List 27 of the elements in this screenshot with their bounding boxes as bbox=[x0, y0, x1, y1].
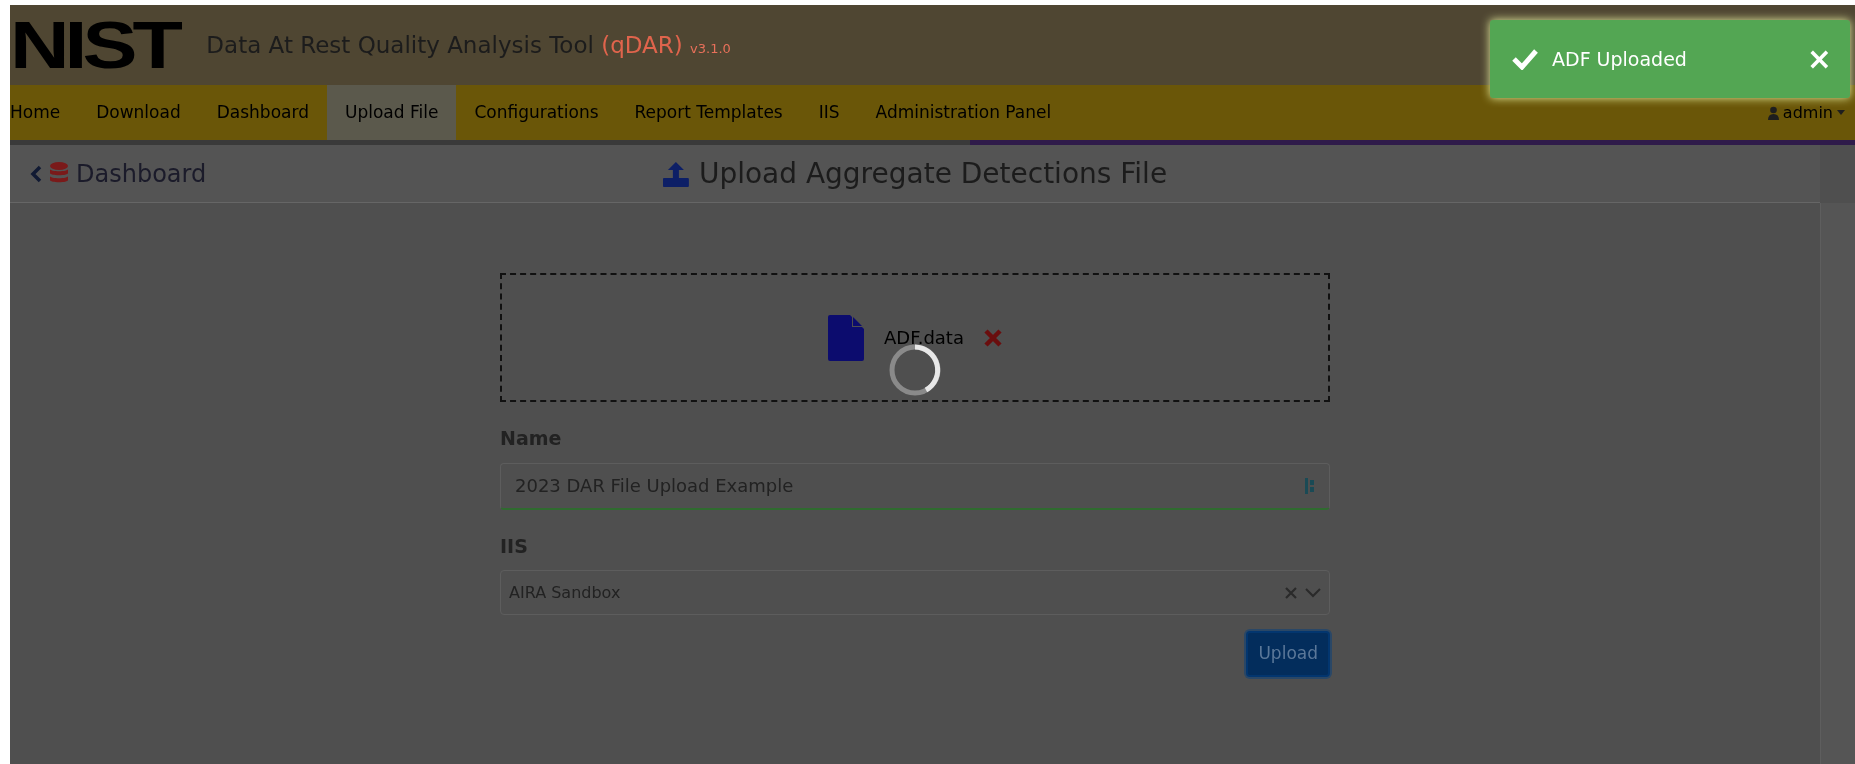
nav-tab[interactable]: Upload File bbox=[326, 85, 457, 140]
user-menu[interactable]: admin bbox=[1761, 85, 1855, 140]
upload-icon bbox=[662, 160, 689, 187]
nav-tab[interactable]: Dashboard bbox=[198, 85, 327, 140]
nav-tab[interactable]: IIS bbox=[800, 85, 858, 140]
user-icon bbox=[1767, 105, 1779, 120]
page-title: Upload Aggregate Detections File bbox=[698, 155, 1168, 192]
password-manager-icon[interactable] bbox=[1305, 476, 1315, 495]
back-link[interactable]: Dashboard bbox=[10, 154, 213, 193]
caret-icon bbox=[1837, 110, 1845, 115]
upload-button[interactable]: Upload bbox=[1246, 631, 1330, 677]
toast-message: ADF Uploaded bbox=[1552, 46, 1687, 72]
file-icon bbox=[828, 314, 865, 361]
file-drop-zone[interactable]: ADF.data bbox=[500, 273, 1330, 402]
nav-tab[interactable]: Home bbox=[10, 85, 79, 140]
close-button[interactable]: × bbox=[1806, 44, 1832, 74]
checkmark-icon bbox=[1512, 48, 1538, 70]
nav-tab[interactable]: Download bbox=[78, 85, 199, 140]
nav-tab[interactable]: Configurations bbox=[456, 85, 617, 140]
file-name: ADF.data bbox=[884, 326, 964, 350]
chevron-down-icon[interactable] bbox=[1305, 587, 1321, 598]
remove-file-icon[interactable] bbox=[983, 328, 1002, 347]
nav-tab[interactable]: Administration Panel bbox=[857, 85, 1070, 140]
logo: NIST bbox=[10, 12, 178, 78]
nav-tab[interactable]: Report Templates bbox=[616, 85, 801, 140]
chevron-left-icon bbox=[30, 164, 42, 183]
clear-icon[interactable] bbox=[1285, 586, 1297, 599]
